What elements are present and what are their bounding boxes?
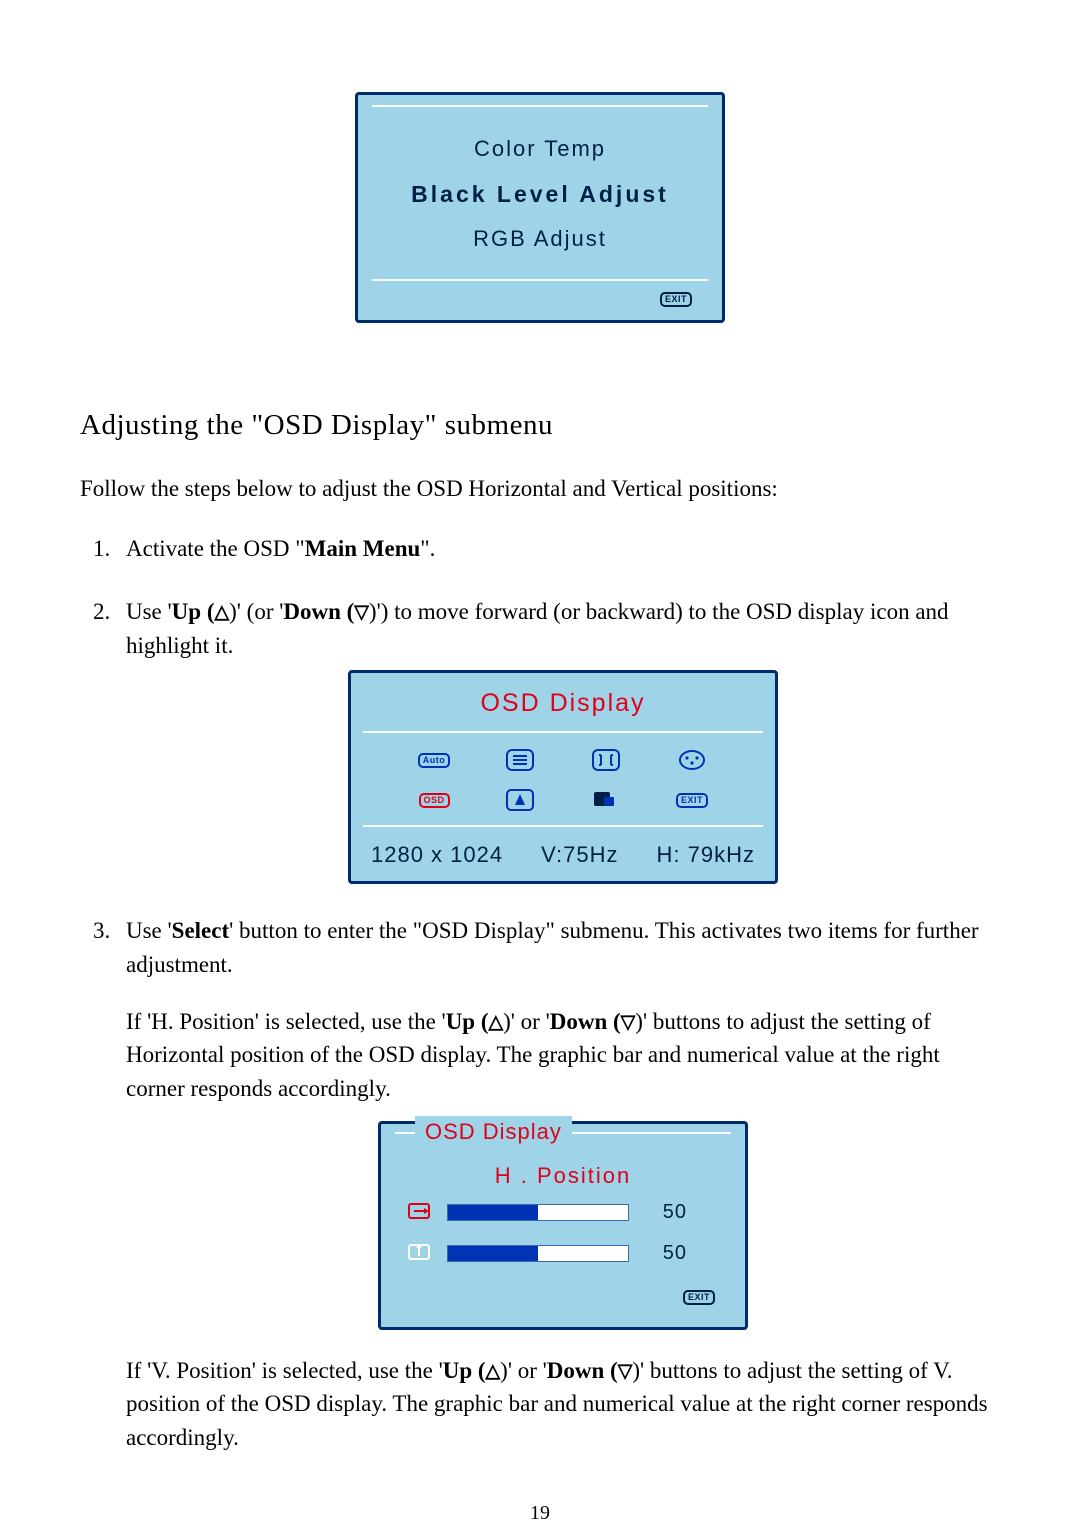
step-3: Use 'Select' button to enter the "OSD Di… xyxy=(116,914,1000,1454)
page-number: 19 xyxy=(80,1502,1000,1525)
up-triangle-icon: △ xyxy=(214,602,229,623)
step-2: Use 'Up (△)' (or 'Down (▽)') to move for… xyxy=(116,595,1000,884)
h-position-fill xyxy=(448,1205,538,1220)
menu-item[interactable]: Color Temp xyxy=(372,127,708,171)
auto-icon[interactable]: Auto xyxy=(419,749,449,771)
panel-title: OSD Display xyxy=(415,1116,572,1148)
v-position-fill xyxy=(448,1246,538,1261)
exit-icon[interactable]: EXIT xyxy=(677,789,707,811)
color-submenu-panel: Color Temp Black Level Adjust RGB Adjust… xyxy=(355,92,725,323)
panel-title: OSD Display xyxy=(363,685,763,721)
step-3-hpos-text: If 'H. Position' is selected, use the 'U… xyxy=(126,1005,1000,1105)
step-1: Activate the OSD "Main Menu". xyxy=(116,532,1000,565)
h-position-bar xyxy=(447,1204,629,1221)
down-triangle-icon: ▽ xyxy=(618,1361,633,1382)
exit-button[interactable]: EXIT xyxy=(683,1290,715,1305)
section-intro: Follow the steps below to adjust the OSD… xyxy=(80,476,1000,502)
menu-icon[interactable] xyxy=(505,749,535,771)
status-bar: 1280 x 1024 V:75Hz H: 79kHz xyxy=(363,825,763,873)
osd-icon[interactable]: OSD xyxy=(419,789,449,811)
step-3-vpos-text: If 'V. Position' is selected, use the 'U… xyxy=(126,1354,1000,1454)
h-position-value: 50 xyxy=(643,1198,687,1227)
up-triangle-icon: △ xyxy=(489,1012,504,1033)
status-resolution: 1280 x 1024 xyxy=(371,839,503,871)
menu-item-selected[interactable]: Black Level Adjust xyxy=(372,171,708,217)
language-icon[interactable] xyxy=(591,789,621,811)
h-position-icon xyxy=(405,1203,433,1221)
selected-item-label: H . Position xyxy=(405,1160,721,1192)
size-icon[interactable] xyxy=(591,749,621,771)
osd-display-submenu-panel: OSD Display H . Position 50 xyxy=(378,1121,748,1330)
osd-main-menu-panel: OSD Display Auto OS xyxy=(348,670,778,884)
up-triangle-icon: △ xyxy=(486,1361,501,1382)
info-icon[interactable] xyxy=(505,789,535,811)
h-position-row[interactable]: 50 xyxy=(405,1198,721,1227)
status-hfreq: H: 79kHz xyxy=(657,839,755,871)
menu-item[interactable]: RGB Adjust xyxy=(372,217,708,261)
v-position-bar xyxy=(447,1245,629,1262)
steps-list: Activate the OSD "Main Menu". Use 'Up (△… xyxy=(80,532,1000,1454)
v-position-icon xyxy=(405,1244,433,1262)
down-triangle-icon: ▽ xyxy=(354,602,369,623)
down-triangle-icon: ▽ xyxy=(621,1012,636,1033)
v-position-value: 50 xyxy=(643,1239,687,1268)
exit-button[interactable]: EXIT xyxy=(660,292,692,307)
color-icon[interactable] xyxy=(677,749,707,771)
v-position-row[interactable]: 50 xyxy=(405,1239,721,1268)
section-heading: Adjusting the "OSD Display" submenu xyxy=(80,409,1000,442)
status-vfreq: V:75Hz xyxy=(541,839,618,871)
